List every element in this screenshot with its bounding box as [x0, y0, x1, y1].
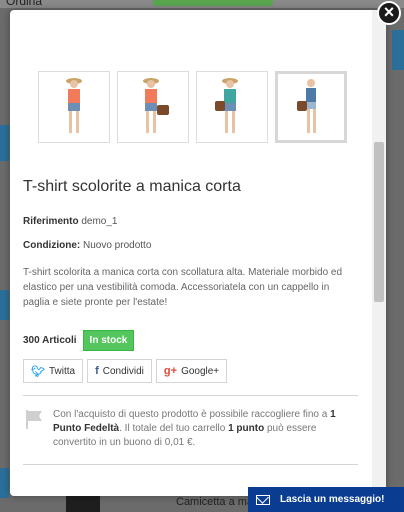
model-blue-top-bag-icon — [297, 79, 316, 133]
product-title: T-shirt scolorite a manica corta — [23, 178, 241, 195]
background-green-button — [153, 0, 273, 6]
quantity-text: 300 Articoli — [23, 335, 77, 346]
thumbnail-4-selected[interactable] — [275, 71, 347, 143]
thumbnail-1[interactable] — [38, 71, 110, 143]
scrollbar[interactable] — [372, 10, 386, 496]
mail-icon — [256, 494, 270, 505]
background-sort-label: Ordina — [6, 0, 43, 8]
condition-value: Nuovo prodotto — [83, 240, 152, 251]
facebook-label: Condividi — [102, 365, 144, 377]
stock-row: 300 Articoli In stock — [23, 330, 135, 351]
twitter-icon: 🐦︎ — [31, 365, 45, 378]
background-product-image — [66, 496, 100, 512]
google-plus-icon: g+ — [163, 365, 178, 377]
condition-label: Condizione: — [23, 240, 81, 251]
background-edge-block — [0, 125, 9, 161]
background-right-accent — [392, 30, 404, 70]
quick-view-modal: T-shirt scolorite a manica corta Riferim… — [10, 10, 386, 496]
stock-badge: In stock — [82, 330, 135, 351]
share-buttons: 🐦︎ Twitta f Condividi g+ Google+ — [23, 359, 228, 383]
reference-label: Riferimento — [23, 216, 79, 227]
product-description: T-shirt scolorita a manica corta con sco… — [23, 267, 343, 308]
twitter-share-button[interactable]: 🐦︎ Twitta — [23, 359, 84, 383]
model-teal-top-bag-icon — [215, 78, 238, 133]
divider — [23, 395, 358, 396]
background-edge-block — [0, 290, 9, 320]
loyalty-info: Con l'acquisto di questo prodotto è poss… — [23, 408, 358, 450]
twitter-label: Twitta — [48, 365, 76, 377]
loyalty-text-part: Con l'acquisto di questo prodotto è poss… — [53, 409, 331, 420]
background-edge-block — [0, 468, 9, 498]
facebook-icon: f — [95, 365, 99, 377]
google-share-button[interactable]: g+ Google+ — [155, 359, 228, 383]
close-button[interactable]: × — [377, 1, 401, 25]
loyalty-text-part: . Il totale del tuo carrello — [119, 423, 229, 434]
thumbnail-3[interactable] — [196, 71, 268, 143]
flag-icon — [26, 410, 42, 429]
reference-row: Riferimento demo_1 — [23, 216, 117, 227]
chat-widget-button[interactable]: Lascia un messaggio! — [248, 487, 404, 512]
thumbnail-2[interactable] — [117, 71, 189, 143]
cart-points: 1 punto — [228, 423, 265, 434]
condition-row: Condizione: Nuovo prodotto — [23, 240, 151, 251]
loyalty-text: Con l'acquisto di questo prodotto è poss… — [53, 408, 358, 450]
divider — [23, 464, 358, 465]
model-orange-top-bag-icon — [143, 78, 169, 133]
reference-value: demo_1 — [81, 216, 118, 227]
scrollbar-thumb[interactable] — [374, 142, 384, 302]
thumbnail-strip — [38, 71, 347, 143]
chat-label: Lascia un messaggio! — [280, 494, 385, 505]
facebook-share-button[interactable]: f Condividi — [87, 359, 152, 383]
google-label: Google+ — [181, 365, 220, 377]
model-orange-top-icon — [66, 78, 82, 133]
